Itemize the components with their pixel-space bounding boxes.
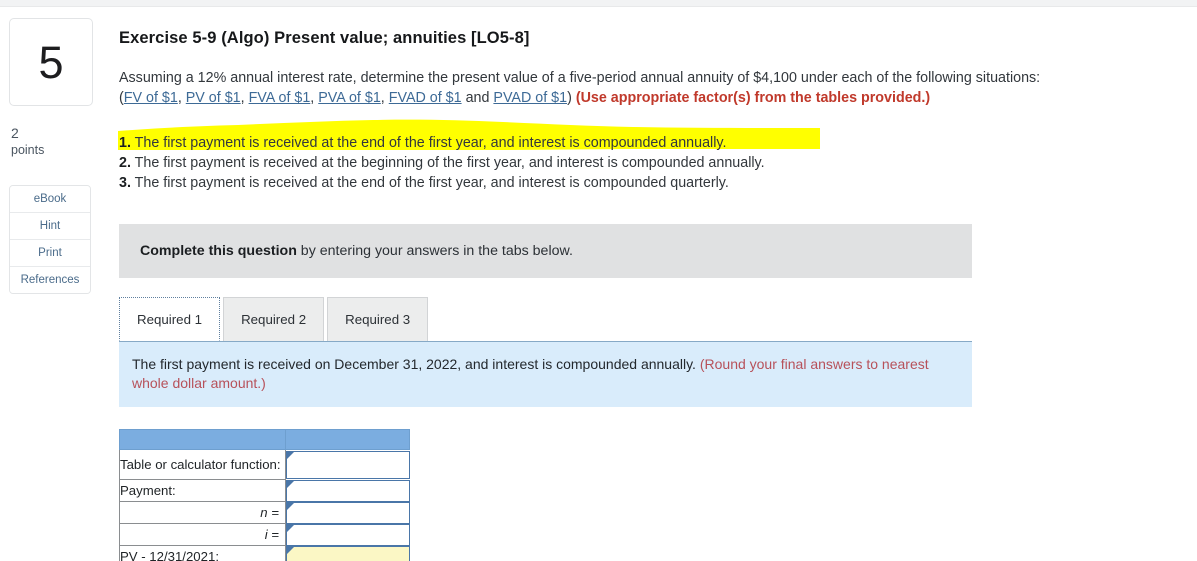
tab-required-3[interactable]: Required 3 [327,297,429,342]
print-button[interactable]: Print [10,240,90,268]
exercise-page: 5 2 points eBook Hint Print References E… [0,0,1197,561]
requirement-tabs: Required 1 Required 2 Required 3 [119,297,972,343]
row-input-cell-pv[interactable] [286,545,410,561]
table-row: Table or calculator function: [119,449,410,481]
table-header-right [285,429,410,451]
ebook-button[interactable]: eBook [10,186,90,214]
tab-required-1-label: Required 1 [137,311,203,327]
list-item: 2. The first payment is received at the … [119,153,1179,173]
row-label-i-text: i = [264,526,279,542]
link-pv-of-1[interactable]: PV of $1 [186,90,241,106]
instruction-rest: by entering your answers in the tabs bel… [296,243,573,260]
answer-table: Table or calculator function: Payment: n… [119,429,410,561]
problem-intro: Assuming a 12% annual interest rate, det… [119,70,1041,86]
tool-button-stack: eBook Hint Print References [9,185,91,295]
table-header-row [119,429,410,451]
situation-3-number: 3. [119,174,131,191]
points-value: 2 [11,125,19,141]
table-header-left [119,429,286,451]
links-suffix: ) [567,90,572,107]
problem-statement: Assuming a 12% annual interest rate, det… [119,70,1041,107]
list-item: 1. The first payment is received at the … [119,133,1179,153]
list-item: 3. The first payment is received at the … [119,173,1179,193]
left-rail: 5 2 points eBook Hint Print References [9,18,93,295]
link-pvad-of-1[interactable]: PVAD of $1 [493,90,567,106]
tab-required-2[interactable]: Required 2 [223,297,325,342]
situation-1-text: The first payment is received at the end… [134,134,727,151]
tab-required-1[interactable]: Required 1 [119,297,221,342]
tab-underline [119,341,972,343]
points-block: 2 points [9,125,93,158]
situation-2-number: 2. [119,154,131,171]
main-content: Exercise 5-9 (Algo) Present value; annui… [118,18,1179,561]
input-payment[interactable] [286,479,410,502]
row-label-n-text: n = [260,504,279,520]
row-label-pv: PV - 12/31/2021: [119,545,286,561]
instruction-bar: Complete this question by entering your … [119,224,972,279]
row-label-n: n = [119,501,286,525]
points-label: points [11,142,45,157]
input-pv-answer[interactable] [286,545,410,561]
table-row: PV - 12/31/2021: [119,545,410,561]
link-fvad-of-1[interactable]: FVAD of $1 [389,90,462,106]
row-input-cell-n[interactable] [286,501,410,524]
situations-list: 1. The first payment is received at the … [119,133,1179,193]
tab-required-3-label: Required 3 [345,312,411,328]
row-label-table-function: Table or calculator function: [119,449,286,481]
links-conjunction: and [465,90,490,107]
question-number: 5 [38,36,64,88]
top-bar [0,0,1197,7]
input-n[interactable] [286,501,410,524]
page-title: Exercise 5-9 (Algo) Present value; annui… [119,29,530,47]
hint-button[interactable]: Hint [10,213,90,241]
row-input-cell-payment[interactable] [286,479,410,502]
instruction-bold: Complete this question [140,243,297,260]
table-row: n = [119,501,410,525]
situations-list-wrap: 1. The first payment is received at the … [118,119,1179,193]
table-row: i = [119,523,410,547]
references-button[interactable]: References [10,267,90,294]
situation-2-text: The first payment is received at the beg… [134,154,765,171]
answer-table-wrap: Table or calculator function: Payment: n… [119,429,1179,561]
row-input-cell-table-function[interactable] [286,450,410,480]
situation-3-text: The first payment is received at the end… [134,174,729,191]
situation-1-number: 1. [119,134,131,151]
row-label-payment: Payment: [119,479,286,503]
tab-required-2-label: Required 2 [241,312,307,328]
row-input-cell-i[interactable] [286,523,410,546]
use-factors-note: (Use appropriate factor(s) from the tabl… [575,90,931,107]
requirement-text: The first payment is received on Decembe… [132,356,700,373]
question-number-box: 5 [9,18,93,106]
requirement-instruction-panel: The first payment is received on Decembe… [119,342,972,408]
link-fv-of-1[interactable]: FV of $1 [124,90,178,106]
input-table-function[interactable] [286,450,410,479]
row-label-i: i = [119,523,286,547]
table-row: Payment: [119,479,410,503]
link-fva-of-1[interactable]: FVA of $1 [249,90,311,106]
input-i[interactable] [286,523,410,546]
link-pva-of-1[interactable]: PVA of $1 [318,90,381,106]
